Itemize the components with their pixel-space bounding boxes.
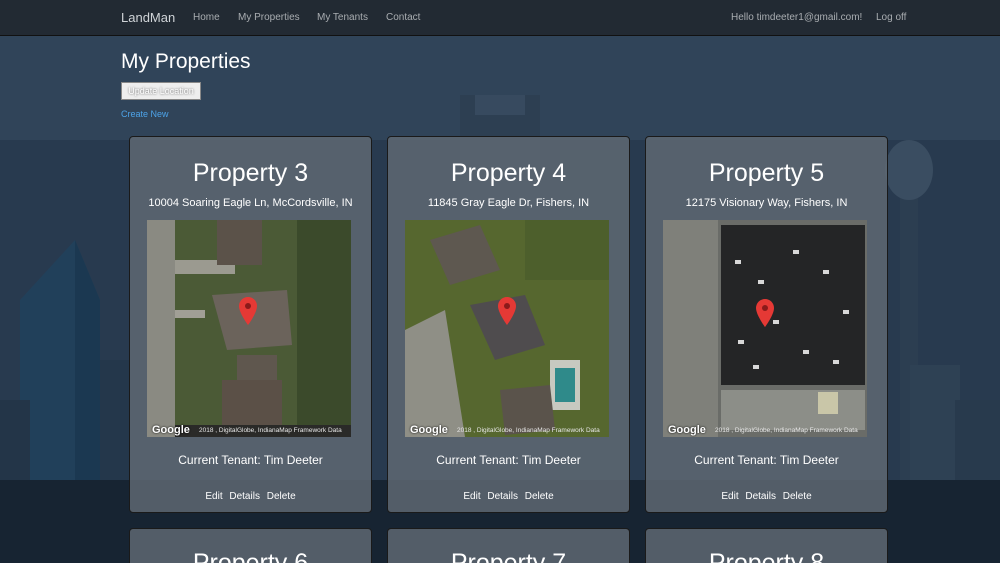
property-card: Property 8 — [645, 528, 888, 563]
delete-link[interactable]: Delete — [267, 491, 296, 502]
google-logo: Google — [410, 424, 448, 436]
property-tenant: Current Tenant: Tim Deeter — [436, 453, 581, 467]
details-link[interactable]: Details — [229, 491, 260, 502]
map-pin-icon — [756, 299, 774, 327]
property-name: Property 6 — [192, 549, 309, 563]
create-new-link[interactable]: Create New — [121, 109, 169, 119]
property-card: Property 6 — [129, 528, 372, 563]
satellite-map[interactable]: Google 2018 , DigitalGlobe, IndianaMap F… — [663, 220, 867, 437]
google-logo: Google — [668, 424, 706, 436]
nav-contact[interactable]: Contact — [386, 12, 420, 23]
property-name: Property 8 — [708, 549, 825, 563]
map-copyright: 2018 , DigitalGlobe, IndianaMap Framewor… — [199, 427, 342, 434]
edit-link[interactable]: Edit — [463, 491, 480, 502]
nav-home[interactable]: Home — [193, 12, 220, 23]
details-link[interactable]: Details — [745, 491, 776, 502]
property-card: Property 5 12175 Visionary Way, Fishers,… — [645, 136, 888, 513]
nav-my-properties[interactable]: My Properties — [238, 12, 300, 23]
brand-link[interactable]: LandMan — [121, 10, 175, 25]
map-copyright: 2018 , DigitalGlobe, IndianaMap Framewor… — [457, 427, 600, 434]
satellite-map[interactable]: Google 2018 , DigitalGlobe, IndianaMap F… — [405, 220, 609, 437]
property-actions: Edit Details Delete — [388, 491, 629, 502]
edit-link[interactable]: Edit — [721, 491, 738, 502]
property-name: Property 7 — [450, 549, 567, 563]
property-name: Property 4 — [450, 159, 567, 187]
property-tenant: Current Tenant: Tim Deeter — [694, 453, 839, 467]
property-actions: Edit Details Delete — [130, 491, 371, 502]
page-title: My Properties — [121, 50, 251, 73]
delete-link[interactable]: Delete — [783, 491, 812, 502]
update-location-label: Update Location — [128, 86, 194, 96]
property-tenant: Current Tenant: Tim Deeter — [178, 453, 323, 467]
property-card: Property 4 11845 Gray Eagle Dr, Fishers,… — [387, 136, 630, 513]
property-card: Property 7 — [387, 528, 630, 563]
property-address: 10004 Soaring Eagle Ln, McCordsville, IN — [148, 197, 353, 209]
satellite-map[interactable]: Google 2018 , DigitalGlobe, IndianaMap F… — [147, 220, 351, 437]
map-pin-icon — [239, 297, 257, 325]
details-link[interactable]: Details — [487, 491, 518, 502]
map-pin-icon — [498, 297, 516, 325]
google-logo: Google — [152, 424, 190, 436]
nav-my-tenants[interactable]: My Tenants — [317, 12, 368, 23]
property-name: Property 5 — [708, 159, 825, 187]
property-address: 11845 Gray Eagle Dr, Fishers, IN — [427, 197, 590, 209]
property-card: Property 3 10004 Soaring Eagle Ln, McCor… — [129, 136, 372, 513]
map-copyright: 2018 , DigitalGlobe, IndianaMap Framewor… — [715, 427, 858, 434]
edit-link[interactable]: Edit — [205, 491, 222, 502]
user-greeting-link[interactable]: Hello timdeeter1@gmail.com! — [731, 12, 862, 23]
property-address: 12175 Visionary Way, Fishers, IN — [685, 197, 848, 209]
logoff-link[interactable]: Log off — [876, 12, 906, 23]
top-navbar: LandMan Home My Properties My Tenants Co… — [0, 0, 1000, 36]
update-location-button[interactable]: Update Location — [121, 82, 201, 100]
property-name: Property 3 — [192, 159, 309, 187]
delete-link[interactable]: Delete — [525, 491, 554, 502]
property-actions: Edit Details Delete — [646, 491, 887, 502]
